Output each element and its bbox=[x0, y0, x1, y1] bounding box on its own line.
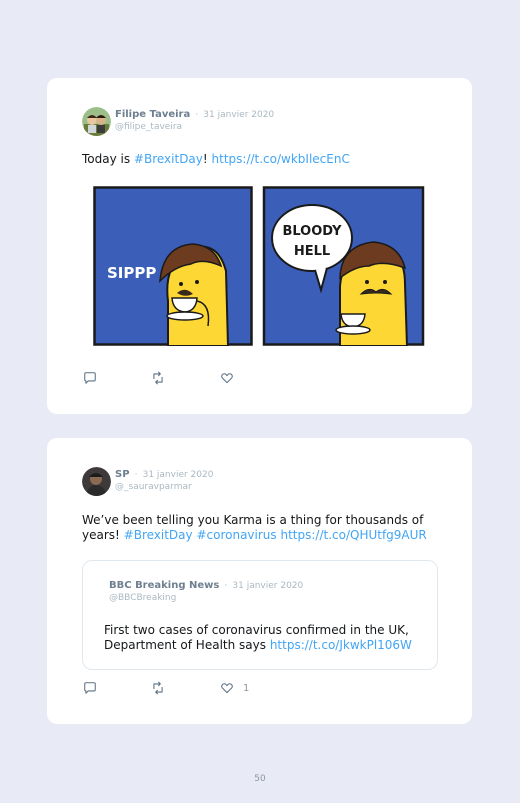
quoted-tweet[interactable]: BBC Breaking News · 31 janvier 2020 @BBC… bbox=[82, 560, 438, 670]
retweet-button[interactable] bbox=[151, 681, 165, 695]
hashtag-link[interactable]: #BrexitDay bbox=[134, 152, 203, 166]
speech-bubble-line2: HELL bbox=[294, 244, 330, 259]
tweet-meta: Filipe Taveira · 31 janvier 2020 @filipe… bbox=[115, 106, 274, 133]
tweet-text-line: years! #BrexitDay #coronavirus https://t… bbox=[82, 528, 440, 543]
quoted-tweet-text: First two cases of coronavirus confirmed… bbox=[104, 623, 413, 653]
reply-icon bbox=[84, 372, 96, 384]
like-button[interactable] bbox=[220, 371, 234, 385]
hashtag-link[interactable]: #BrexitDay bbox=[124, 528, 193, 542]
tweet-card: SP · 31 janvier 2020 @_sauravparmar We’v… bbox=[47, 438, 472, 724]
tweet-header: SP · 31 janvier 2020 @_sauravparmar bbox=[82, 466, 213, 496]
tweet-actions: 1 bbox=[83, 681, 249, 695]
tweet-meta: SP · 31 janvier 2020 @_sauravparmar bbox=[115, 466, 213, 493]
url-link[interactable]: https://t.co/wkbIlecEnC bbox=[212, 152, 350, 166]
reply-button[interactable] bbox=[83, 371, 97, 385]
user-name[interactable]: SP bbox=[115, 469, 130, 480]
like-button[interactable]: 1 bbox=[220, 681, 249, 695]
avatar[interactable] bbox=[82, 467, 111, 496]
tweet-card: Filipe Taveira · 31 janvier 2020 @filipe… bbox=[47, 78, 472, 414]
user-name[interactable]: Filipe Taveira bbox=[115, 109, 190, 120]
text-segment: Today is bbox=[82, 152, 134, 166]
like-count: 1 bbox=[243, 682, 250, 694]
hashtag-link[interactable]: #coronavirus bbox=[196, 528, 276, 542]
url-link[interactable]: https://t.co/JkwkPl106W bbox=[270, 638, 412, 652]
heart-icon bbox=[221, 373, 233, 384]
tweet-header: Filipe Taveira · 31 janvier 2020 @filipe… bbox=[82, 106, 274, 136]
speech-bubble-line1: BLOODY bbox=[282, 224, 342, 239]
reply-button[interactable] bbox=[83, 681, 97, 695]
tweet-text-line: We’ve been telling you Karma is a thing … bbox=[82, 513, 424, 527]
heart-icon bbox=[221, 683, 233, 694]
retweet-icon bbox=[153, 371, 163, 385]
page-number: 50 bbox=[254, 774, 266, 784]
quoted-user-name[interactable]: BBC Breaking News bbox=[109, 580, 219, 591]
quoted-text-line: First two cases of coronavirus confirmed… bbox=[104, 623, 409, 637]
retweet-icon bbox=[153, 681, 163, 695]
text-segment: years! bbox=[82, 528, 124, 542]
text-segment: ! bbox=[202, 152, 212, 166]
tweet-text: Today is #BrexitDay! https://t.co/wkbIle… bbox=[82, 152, 440, 167]
user-handle[interactable]: @filipe_taveira bbox=[115, 121, 274, 133]
retweet-button[interactable] bbox=[151, 371, 165, 385]
quoted-text-line: Department of Health says https://t.co/J… bbox=[104, 638, 413, 653]
comic-sound-text: SIPPP bbox=[107, 264, 156, 282]
user-handle[interactable]: @_sauravparmar bbox=[115, 481, 213, 493]
quoted-user-handle[interactable]: @BBCBreaking bbox=[109, 592, 303, 604]
quoted-tweet-date[interactable]: 31 janvier 2020 bbox=[232, 581, 303, 591]
tweet-date[interactable]: 31 janvier 2020 bbox=[203, 110, 274, 120]
separator: · bbox=[224, 581, 228, 591]
tweet-text: We’ve been telling you Karma is a thing … bbox=[82, 513, 440, 543]
tweet-actions bbox=[83, 371, 234, 385]
separator: · bbox=[134, 470, 138, 480]
quoted-tweet-header: BBC Breaking News · 31 janvier 2020 @BBC… bbox=[109, 577, 303, 604]
tweet-media-comic[interactable]: SIPPP BLOODY HELL bbox=[93, 186, 425, 347]
tweet-date[interactable]: 31 janvier 2020 bbox=[143, 470, 214, 480]
text-segment: Department of Health says bbox=[104, 638, 270, 652]
url-link[interactable]: https://t.co/QHUtfg9AUR bbox=[280, 528, 426, 542]
avatar[interactable] bbox=[82, 107, 111, 136]
reply-icon bbox=[84, 682, 96, 694]
separator: · bbox=[195, 110, 199, 120]
